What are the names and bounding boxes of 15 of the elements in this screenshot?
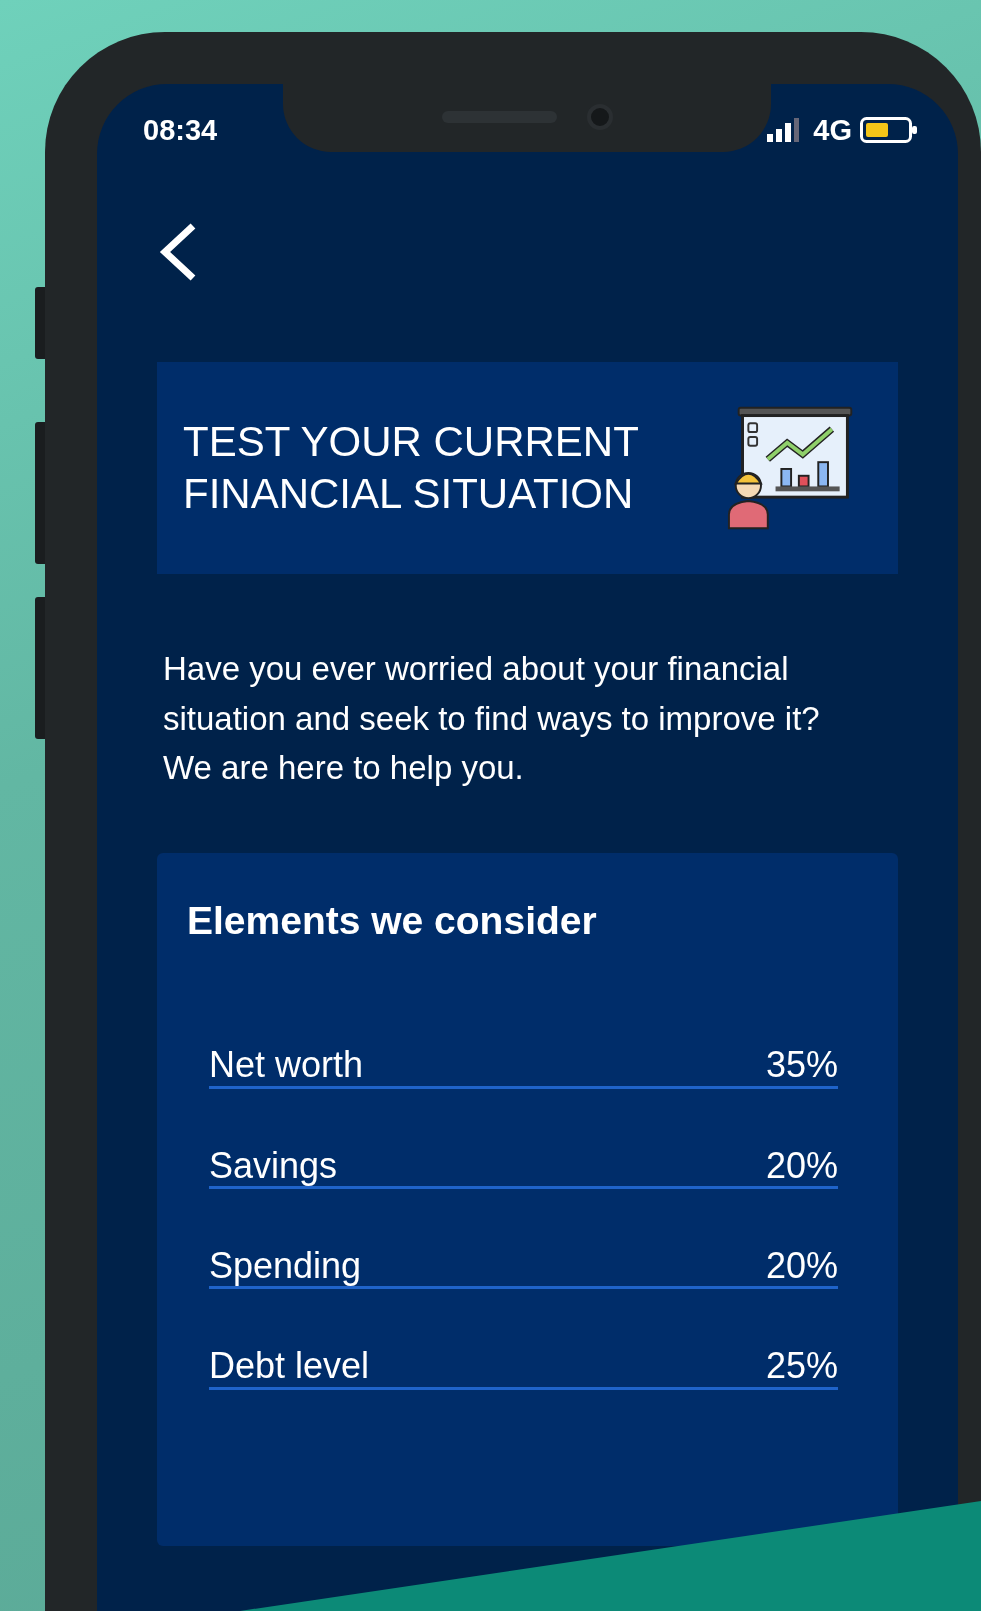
element-percentage: 25% bbox=[765, 1345, 838, 1387]
banner-title: TEST YOUR CURRENT FINANCIAL SITUATION bbox=[183, 416, 640, 519]
element-label: Debt level bbox=[209, 1345, 370, 1387]
network-label: 4G bbox=[813, 112, 852, 148]
presenter-icon bbox=[726, 404, 853, 532]
element-percentage: 20% bbox=[765, 1144, 838, 1187]
element-percentage: 35% bbox=[765, 1044, 838, 1086]
element-label: Net worth bbox=[209, 1044, 364, 1086]
element-label: Spending bbox=[209, 1245, 362, 1287]
element-percentage: 20% bbox=[765, 1245, 838, 1287]
intro-paragraph: Have you ever worried about your financial situation and seek to find ways to improve it? We are here to help you. bbox=[163, 649, 821, 788]
element-label: Savings bbox=[209, 1144, 338, 1187]
status-time: 08:34 bbox=[143, 112, 218, 148]
battery-icon bbox=[860, 117, 918, 144]
card-title: Elements we consider bbox=[187, 897, 598, 944]
